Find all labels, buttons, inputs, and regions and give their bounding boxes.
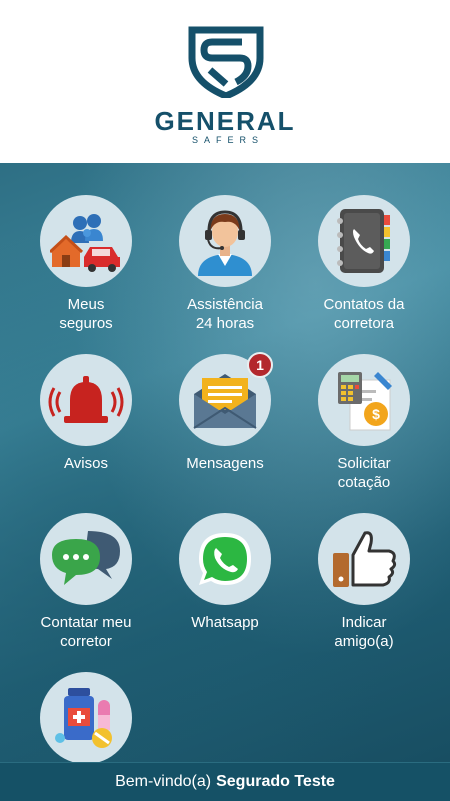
menu-item-icon-circle: $ — [318, 354, 410, 446]
menu-item-mensagens[interactable]: 1 Mensagens — [150, 352, 300, 473]
menu-item-avisos[interactable]: Avisos — [11, 354, 161, 473]
menu-item-icon-circle — [318, 513, 410, 605]
whatsapp-icon — [199, 533, 251, 585]
unread-count-badge: 1 — [247, 352, 273, 378]
menu-item-label: Mensagens — [186, 455, 264, 472]
menu-item-icon-circle — [40, 672, 132, 762]
menu-item-icon-circle: 1 — [179, 352, 273, 446]
welcome-greeting: Bem-vindo(a) — [115, 773, 212, 790]
phone-book-icon — [337, 209, 390, 273]
menu-item-label: Solicitar cotação — [337, 455, 391, 491]
menu-item-label: Assistência 24 horas — [187, 296, 263, 332]
menu-item-icon-circle — [318, 195, 410, 287]
thumbs-up-icon — [333, 531, 397, 587]
menu-item-contatar-corretor[interactable]: Contatar meu corretor — [11, 513, 161, 651]
envelope-icon — [193, 374, 257, 429]
menu-item-icon-circle — [179, 195, 271, 287]
svg-text:$: $ — [372, 406, 380, 422]
calculator-document-icon: $ — [338, 372, 392, 431]
app-header: GENERAL SAFERS — [0, 0, 450, 163]
menu-item-medicamentos[interactable] — [11, 672, 161, 762]
menu-item-icon-circle — [40, 354, 132, 446]
menu-item-label: Indicar amigo(a) — [334, 614, 394, 650]
general-safers-logo-icon — [188, 26, 264, 98]
call-center-agent-icon — [198, 210, 252, 276]
menu-item-assistencia[interactable]: Assistência 24 horas — [150, 195, 300, 333]
menu-item-label: Whatsapp — [191, 614, 259, 631]
menu-grid: Meus seguros Assistência 24 horas Contat… — [0, 163, 450, 762]
brand-subtitle: SAFERS — [191, 135, 264, 145]
menu-item-solicitar-cotacao[interactable]: $ Solicitar cotação — [289, 354, 439, 492]
welcome-footer: Bem-vindo(a) Segurado Teste — [0, 762, 450, 801]
user-name: Segurado Teste — [216, 773, 335, 790]
menu-item-label: Contatar meu corretor — [40, 614, 132, 650]
menu-item-label: Avisos — [64, 455, 108, 472]
brand-name: GENERAL — [154, 106, 296, 136]
menu-item-label: Contatos da corretora — [323, 296, 405, 332]
family-house-car-icon — [50, 214, 120, 272]
chat-bubbles-icon — [52, 531, 120, 585]
menu-item-contatos[interactable]: Contatos da corretora — [289, 195, 439, 333]
menu-item-label: Meus seguros — [59, 296, 113, 332]
medicine-pills-icon — [55, 688, 112, 748]
menu-item-meus-seguros[interactable]: Meus seguros — [11, 195, 161, 333]
menu-item-icon-circle — [179, 513, 271, 605]
menu-item-indicar-amigo[interactable]: Indicar amigo(a) — [289, 513, 439, 651]
menu-item-icon-circle — [40, 195, 132, 287]
menu-item-whatsapp[interactable]: Whatsapp — [150, 513, 300, 632]
menu-item-icon-circle — [40, 513, 132, 605]
alarm-bell-icon — [48, 376, 124, 423]
